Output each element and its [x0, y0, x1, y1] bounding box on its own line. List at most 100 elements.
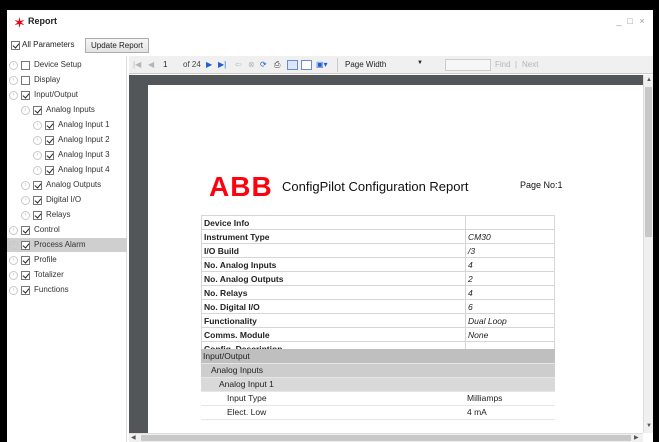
expand-icon[interactable]: › [33, 120, 42, 130]
toolbar-divider [337, 58, 338, 72]
table-row: Instrument Type CM30 [201, 229, 555, 244]
expand-icon[interactable]: › [9, 240, 18, 250]
tree-item-label: Analog Inputs [46, 105, 95, 114]
prev-page-icon[interactable]: ◀ [148, 60, 154, 69]
expand-icon[interactable]: › [9, 90, 18, 100]
zoom-select[interactable]: Page Width ▼ [341, 59, 437, 71]
tree-item[interactable]: › Functions [7, 283, 127, 297]
tree-item[interactable]: › Analog Inputs [19, 103, 127, 117]
tree-item[interactable]: › Display [7, 73, 127, 87]
tree-item-checkbox[interactable] [21, 255, 30, 265]
tree-item-checkbox[interactable] [21, 60, 30, 70]
expand-icon[interactable]: › [9, 285, 18, 295]
info-value: 6 [465, 299, 555, 314]
info-key: Instrument Type [201, 229, 466, 244]
expand-icon[interactable]: › [33, 150, 42, 160]
expand-icon[interactable]: › [9, 225, 18, 235]
tree-item[interactable]: › Device Setup [7, 58, 127, 72]
page-count: of 24 [183, 60, 201, 69]
find-link[interactable]: Find [495, 60, 511, 69]
tree-item[interactable]: › Totalizer [7, 268, 127, 282]
next-page-icon[interactable]: ▶ [206, 60, 212, 69]
tree-item-checkbox[interactable] [21, 240, 30, 250]
back-icon[interactable]: ⇦ [235, 60, 242, 69]
scroll-down-icon[interactable]: ▼ [646, 423, 652, 429]
expand-icon[interactable]: › [21, 180, 30, 190]
find-input[interactable] [445, 59, 491, 71]
expand-icon[interactable]: › [21, 210, 30, 220]
tree-item-checkbox[interactable] [45, 150, 54, 160]
stop-icon[interactable]: ⊗ [248, 60, 255, 69]
tree-item[interactable]: › Analog Input 1 [31, 118, 127, 132]
tree-item[interactable]: › Digital I/O [19, 193, 127, 207]
info-value: CM30 [465, 229, 555, 244]
close-button[interactable]: × [636, 16, 648, 26]
section-value [465, 363, 555, 378]
tree-item[interactable]: › Analog Outputs [19, 178, 127, 192]
page-number-input[interactable]: 1 [163, 60, 167, 69]
tree-item-checkbox[interactable] [33, 195, 42, 205]
tree-item-checkbox[interactable] [45, 135, 54, 145]
tree-item[interactable]: › Analog Input 3 [31, 148, 127, 162]
info-key: No. Analog Inputs [201, 257, 466, 272]
scroll-up-icon[interactable]: ▲ [646, 77, 652, 83]
tree-item-checkbox[interactable] [21, 75, 30, 85]
report-window: Report _ □ × All Parameters Update Repor… [7, 10, 653, 442]
chevron-down-icon: ▼ [417, 60, 423, 66]
print-layout-icon[interactable] [287, 60, 298, 70]
tree-item[interactable]: › Analog Input 4 [31, 163, 127, 177]
horizontal-scrollbar[interactable]: ◀ ▶ [129, 433, 643, 442]
tree-item[interactable]: › Process Alarm [7, 238, 127, 252]
tree-item-label: Display [34, 75, 61, 84]
maximize-button[interactable]: □ [624, 16, 636, 26]
tree-item[interactable]: › Control [7, 223, 127, 237]
section-key: Analog Input 1 [201, 377, 465, 392]
page-setup-icon[interactable] [301, 60, 312, 70]
export-icon[interactable]: ▣▾ [316, 60, 328, 69]
expand-icon[interactable]: › [9, 270, 18, 280]
print-icon[interactable]: ⎙ [274, 60, 280, 70]
tree-item-checkbox[interactable] [33, 180, 42, 190]
table-row: Input/Output [201, 349, 555, 364]
vertical-scroll-thumb[interactable] [645, 87, 652, 237]
tree-item-checkbox[interactable] [33, 210, 42, 220]
tree-item-checkbox[interactable] [21, 225, 30, 235]
all-parameters-checkbox[interactable] [11, 41, 20, 50]
expand-icon[interactable]: › [9, 60, 18, 70]
last-page-icon[interactable]: ▶| [218, 60, 226, 69]
find-separator: | [515, 60, 518, 69]
horizontal-scroll-thumb[interactable] [141, 435, 631, 441]
scroll-right-icon[interactable]: ▶ [634, 434, 639, 441]
tree-item[interactable]: › Relays [19, 208, 127, 222]
expand-icon[interactable]: › [33, 135, 42, 145]
info-key: No. Analog Outputs [201, 271, 466, 286]
report-page: ABB ConfigPilot Configuration Report Pag… [148, 85, 643, 433]
tree-item-checkbox[interactable] [33, 105, 42, 115]
expand-icon[interactable]: › [33, 165, 42, 175]
expand-icon[interactable]: › [21, 195, 30, 205]
section-key: Input/Output [201, 349, 465, 364]
tree-item-checkbox[interactable] [21, 285, 30, 295]
tree-item-checkbox[interactable] [21, 270, 30, 280]
expand-icon[interactable]: › [9, 75, 18, 85]
device-info-table: Device Info Instrument Type CM30 I/O Build /… [201, 215, 555, 356]
update-report-button[interactable]: Update Report [85, 38, 149, 53]
refresh-icon[interactable]: ⟳ [260, 60, 267, 69]
tree-item-label: Analog Input 4 [58, 165, 110, 174]
first-page-icon[interactable]: |◀ [133, 60, 141, 69]
vertical-scrollbar[interactable]: ▲ ▼ [643, 75, 653, 433]
info-key: Comms. Module [201, 327, 466, 342]
parameter-tree: › Device Setup › Display › Input/Output › Analo… [7, 56, 127, 442]
table-row: Functionality Dual Loop [201, 313, 555, 328]
tree-item-checkbox[interactable] [21, 90, 30, 100]
info-key: No. Digital I/O [201, 299, 466, 314]
next-link[interactable]: Next [522, 60, 538, 69]
scroll-left-icon[interactable]: ◀ [131, 434, 136, 441]
tree-item[interactable]: › Input/Output [7, 88, 127, 102]
tree-item-checkbox[interactable] [45, 165, 54, 175]
tree-item[interactable]: › Profile [7, 253, 127, 267]
expand-icon[interactable]: › [21, 105, 30, 115]
expand-icon[interactable]: › [9, 255, 18, 265]
tree-item[interactable]: › Analog Input 2 [31, 133, 127, 147]
tree-item-checkbox[interactable] [45, 120, 54, 130]
